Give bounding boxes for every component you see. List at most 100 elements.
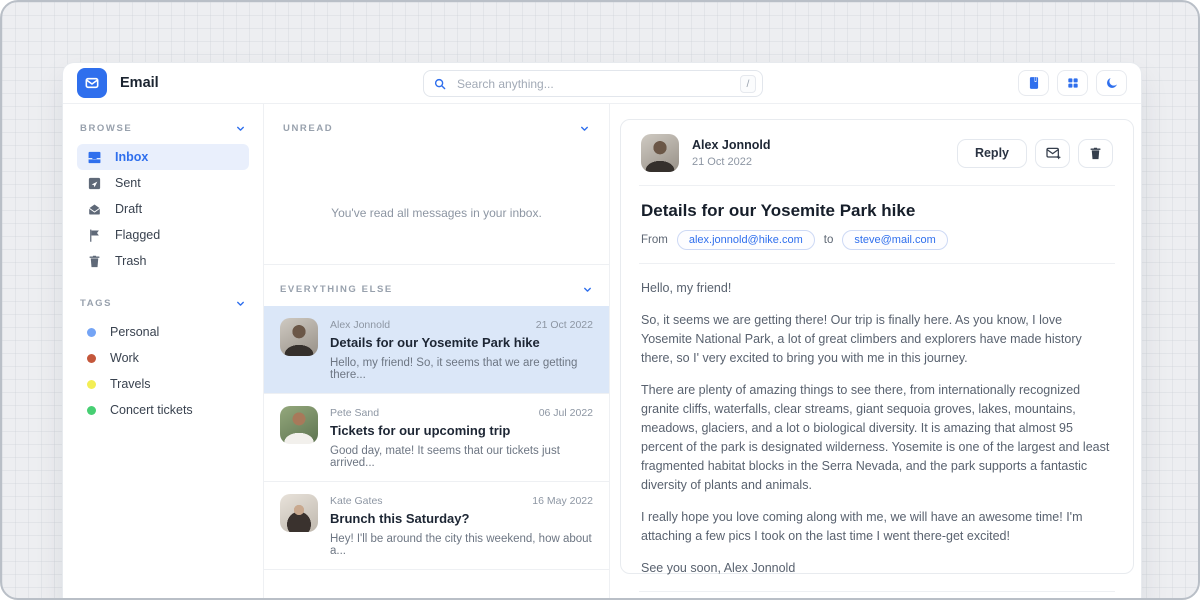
tag-color-dot — [87, 406, 96, 415]
sidebar-item-trash[interactable]: Trash — [77, 248, 249, 274]
mail-item-snippet: Hey! I'll be around the city this weeken… — [330, 533, 593, 557]
sidebar-item-sent[interactable]: Sent — [77, 170, 249, 196]
from-to-row: From alex.jonnold@hike.com to steve@mail… — [641, 230, 1113, 250]
dark-mode-button[interactable] — [1096, 70, 1127, 96]
sender-avatar — [280, 494, 318, 532]
chevron-down-icon — [579, 123, 590, 134]
mail-item-body: Pete Sand 06 Jul 2022 Tickets for our up… — [330, 406, 593, 469]
tag-item-concert-tickets[interactable]: Concert tickets — [77, 397, 249, 423]
mail-item-date: 21 Oct 2022 — [536, 319, 593, 331]
sender-avatar — [280, 318, 318, 356]
tags-collapse-button[interactable] — [235, 298, 246, 309]
trash-icon — [87, 254, 102, 269]
mail-detail-header: Alex Jonnold 21 Oct 2022 Reply — [641, 134, 1113, 172]
browse-collapse-button[interactable] — [235, 123, 246, 134]
from-label: From — [641, 234, 668, 246]
header-actions — [1018, 70, 1127, 96]
mail-paragraph: See you soon, Alex Jonnold — [641, 559, 1113, 578]
mail-detail-card: Alex Jonnold 21 Oct 2022 Reply — [620, 119, 1134, 574]
tag-item-personal[interactable]: Personal — [77, 319, 249, 345]
tag-label: Travels — [110, 377, 151, 391]
app-header: Email / — [63, 63, 1141, 104]
mail-paragraph: Hello, my friend! — [641, 279, 1113, 298]
tags-section-header: TAGS — [77, 298, 249, 309]
unread-section: UNREAD You've read all messages in your … — [264, 104, 609, 265]
everything-else-label: EVERYTHING ELSE — [280, 284, 393, 295]
trash-icon — [1088, 146, 1103, 161]
tag-item-travels[interactable]: Travels — [77, 371, 249, 397]
mail-item-sender: Kate Gates — [330, 495, 383, 507]
search-icon — [433, 77, 447, 91]
mail-item-sender: Pete Sand — [330, 407, 379, 419]
mail-paragraph: There are plenty of amazing things to se… — [641, 381, 1113, 495]
search-shortcut-key: / — [740, 75, 756, 93]
reading-list-button[interactable] — [1018, 70, 1049, 96]
apps-grid-button[interactable] — [1057, 70, 1088, 96]
from-email-chip[interactable]: alex.jonnold@hike.com — [677, 230, 815, 250]
mail-item-body: Alex Jonnold 21 Oct 2022 Details for our… — [330, 318, 593, 381]
mail-list-item[interactable]: Kate Gates 16 May 2022 Brunch this Satur… — [264, 482, 609, 570]
flag-icon — [87, 228, 102, 243]
mail-item-body: Kate Gates 16 May 2022 Brunch this Satur… — [330, 494, 593, 557]
mail-list-item[interactable]: Pete Sand 06 Jul 2022 Tickets for our up… — [264, 394, 609, 482]
tag-color-dot — [87, 380, 96, 389]
search-input[interactable] — [455, 76, 740, 92]
mail-date: 21 Oct 2022 — [692, 156, 770, 168]
sidebar: BROWSE Inbox — [63, 104, 263, 600]
sidebar-item-label: Draft — [115, 202, 142, 216]
app-logo — [77, 68, 107, 98]
sidebar-item-inbox[interactable]: Inbox — [77, 144, 249, 170]
mail-list-item[interactable]: Alex Jonnold 21 Oct 2022 Details for our… — [264, 306, 609, 394]
desktop-background: Email / — [0, 0, 1200, 600]
mail-item-date: 06 Jul 2022 — [539, 407, 593, 419]
everything-else-section-header: EVERYTHING ELSE — [264, 265, 609, 306]
app-title: Email — [120, 75, 159, 91]
mail-detail-pane: Alex Jonnold 21 Oct 2022 Reply — [610, 104, 1141, 600]
grid-icon — [1066, 76, 1080, 90]
draft-icon — [87, 202, 102, 217]
unread-section-header: UNREAD — [280, 123, 593, 134]
mail-actions: Reply — [957, 139, 1113, 168]
mail-paragraph: I really hope you love coming along with… — [641, 508, 1113, 546]
divider — [639, 263, 1115, 264]
tag-item-work[interactable]: Work — [77, 345, 249, 371]
unread-label: UNREAD — [283, 123, 333, 134]
envelope-icon — [84, 75, 100, 91]
mail-item-snippet: Good day, mate! It seems that our ticket… — [330, 445, 593, 469]
mail-subject: Details for our Yosemite Park hike — [641, 201, 1113, 221]
mark-unread-button[interactable] — [1035, 139, 1070, 168]
delete-button[interactable] — [1078, 139, 1113, 168]
email-app-window: Email / — [62, 62, 1142, 600]
chevron-down-icon — [235, 298, 246, 309]
mail-body: Hello, my friend! So, it seems we are ge… — [641, 277, 1113, 578]
tag-label: Personal — [110, 325, 159, 339]
app-content: BROWSE Inbox — [63, 104, 1141, 600]
sidebar-item-flagged[interactable]: Flagged — [77, 222, 249, 248]
chevron-down-icon — [582, 284, 593, 295]
browse-label: BROWSE — [80, 123, 132, 134]
inbox-icon — [87, 150, 102, 165]
sidebar-item-label: Inbox — [115, 150, 148, 164]
browse-section-header: BROWSE — [77, 123, 249, 134]
everything-else-collapse-button[interactable] — [582, 284, 593, 295]
mail-paragraph: So, it seems we are getting there! Our t… — [641, 311, 1113, 368]
sidebar-item-label: Sent — [115, 176, 141, 190]
search-bar: / — [423, 70, 763, 97]
mail-item-snippet: Hello, my friend! So, it seems that we a… — [330, 357, 593, 381]
tag-color-dot — [87, 354, 96, 363]
to-label: to — [824, 234, 834, 246]
unread-collapse-button[interactable] — [579, 123, 590, 134]
sidebar-item-label: Flagged — [115, 228, 160, 242]
mail-item-subject: Brunch this Saturday? — [330, 511, 593, 526]
sender-name: Alex Jonnold — [692, 138, 770, 152]
sent-icon — [87, 176, 102, 191]
to-email-chip[interactable]: steve@mail.com — [842, 230, 947, 250]
tag-color-dot — [87, 328, 96, 337]
divider — [639, 591, 1115, 592]
mail-item-subject: Tickets for our upcoming trip — [330, 423, 593, 438]
sidebar-item-draft[interactable]: Draft — [77, 196, 249, 222]
reply-button[interactable]: Reply — [957, 139, 1027, 168]
divider — [639, 185, 1115, 186]
mail-list-column: UNREAD You've read all messages in your … — [263, 104, 610, 600]
mail-item-subject: Details for our Yosemite Park hike — [330, 335, 593, 350]
